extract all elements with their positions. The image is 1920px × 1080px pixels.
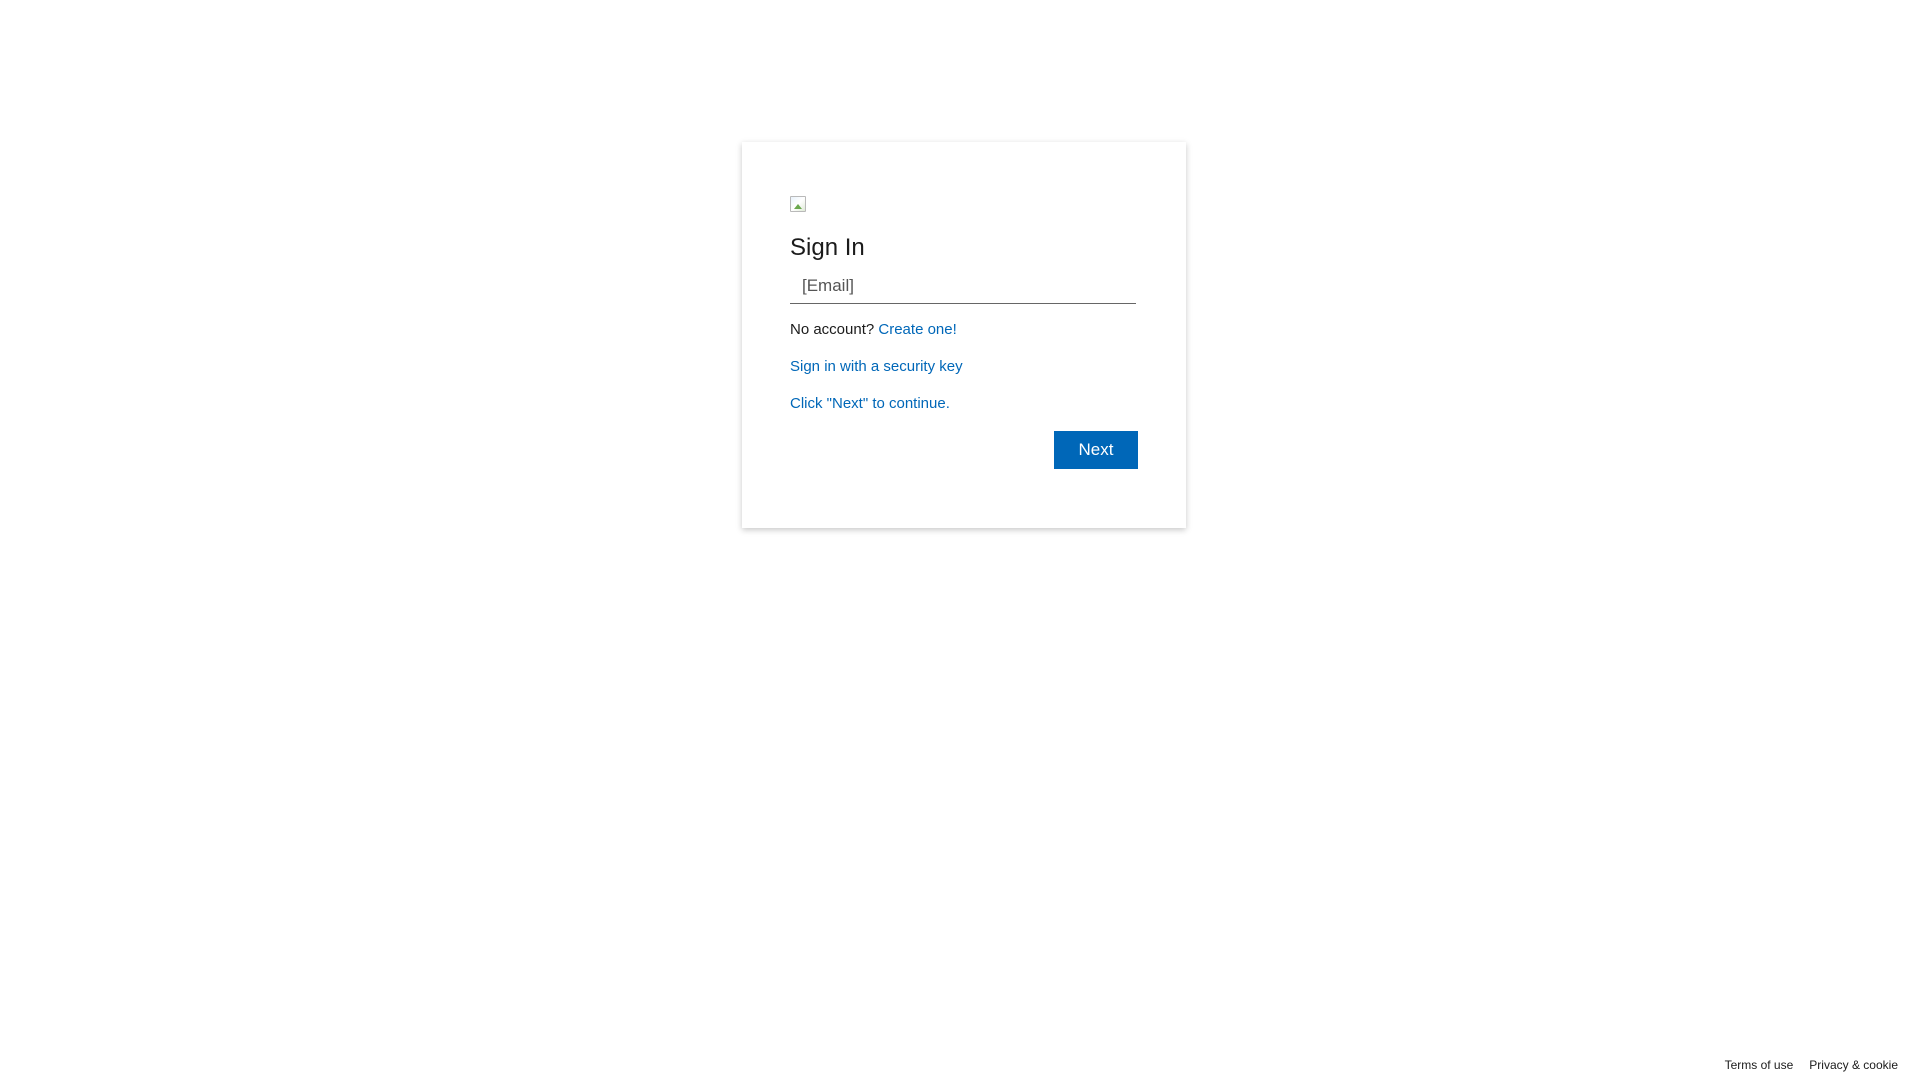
terms-of-use-link[interactable]: Terms of use: [1725, 1056, 1794, 1074]
continue-hint-link[interactable]: Click "Next" to continue.: [790, 395, 950, 412]
signin-card: Sign In No account? Create one! Sign in …: [742, 142, 1186, 528]
email-field[interactable]: [790, 268, 1136, 304]
signin-page: Sign In No account? Create one! Sign in …: [0, 0, 1920, 1080]
next-button[interactable]: Next: [1054, 431, 1138, 469]
page-title: Sign In: [790, 234, 865, 261]
continue-hint-row: Click "Next" to continue.: [790, 395, 1138, 413]
broken-image-icon: [790, 196, 806, 212]
no-account-row: No account? Create one!: [790, 321, 1138, 339]
footer: Terms of use Privacy & cookie: [1725, 1056, 1898, 1074]
no-account-label: No account?: [790, 321, 879, 338]
security-key-link[interactable]: Sign in with a security key: [790, 358, 963, 375]
security-key-row: Sign in with a security key: [790, 358, 1138, 376]
create-account-link[interactable]: Create one!: [878, 321, 956, 338]
privacy-cookie-link[interactable]: Privacy & cookie: [1809, 1056, 1898, 1074]
button-row: Next: [790, 431, 1138, 469]
